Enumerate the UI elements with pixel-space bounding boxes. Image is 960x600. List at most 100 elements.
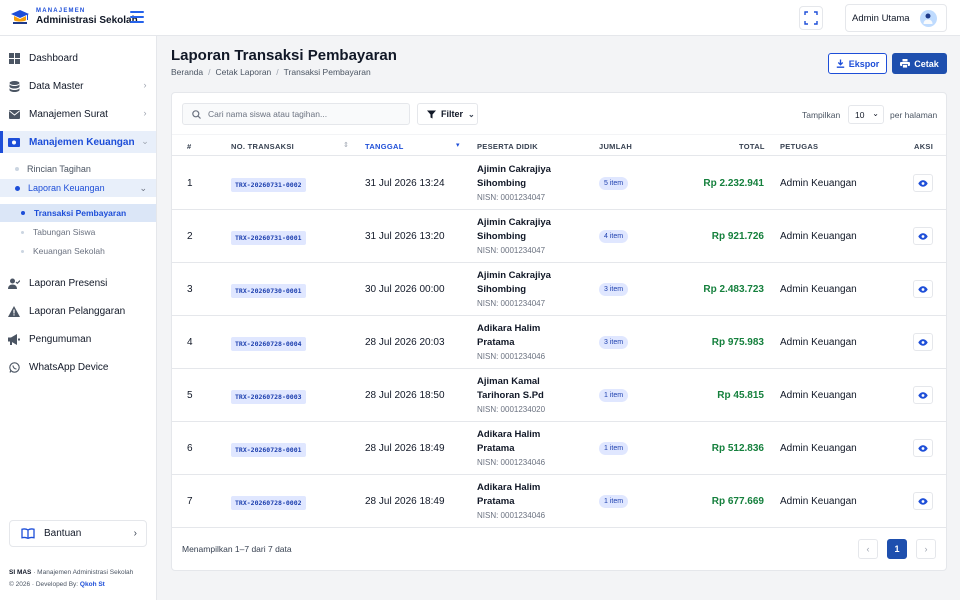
- chevron-right-icon: ›: [143, 80, 147, 90]
- sidebar-subitem-label: Tabungan Siswa: [33, 227, 96, 237]
- header-transaction-no[interactable]: NO. TRANSAKSI: [231, 142, 294, 151]
- breadcrumb-separator: /: [208, 67, 211, 77]
- sort-desc-icon[interactable]: ▾: [456, 141, 460, 149]
- eye-icon: [918, 285, 928, 293]
- student-cell: Adikara Halim Pratama NISN: 0001234046: [477, 475, 545, 528]
- eye-icon: [918, 338, 928, 346]
- row-number: 7: [187, 496, 193, 507]
- user-check-icon: [8, 277, 20, 289]
- sidebar-item-pengumuman[interactable]: Pengumuman: [0, 328, 156, 350]
- eye-icon: [918, 391, 928, 399]
- export-button[interactable]: Ekspor: [828, 53, 887, 74]
- footer-developer-link[interactable]: Qkoh St: [80, 581, 105, 588]
- header-date[interactable]: TANGGAL: [365, 142, 404, 151]
- page-title: Laporan Transaksi Pembayaran: [171, 47, 397, 64]
- table-row: 2 TRX-20260731-0001 31 Jul 2026 13:20 Ajimi…: [172, 210, 946, 263]
- user-menu[interactable]: Admin Utama: [845, 4, 947, 32]
- student-name-line2: Tarihoran S.Pd: [477, 390, 544, 401]
- sidebar-item-laporan-pelanggaran[interactable]: Laporan Pelanggaran: [0, 300, 156, 322]
- sidebar-item-manajemen-surat[interactable]: Manajemen Surat ›: [0, 103, 156, 125]
- header-total: TOTAL: [739, 142, 765, 151]
- row-number: 6: [187, 443, 193, 454]
- sidebar-item-laporan-presensi[interactable]: Laporan Presensi: [0, 272, 156, 294]
- sidebar-item-label: Manajemen Keuangan: [29, 136, 135, 148]
- page-button-current[interactable]: 1: [887, 539, 907, 559]
- avatar: [919, 9, 937, 27]
- brand[interactable]: MANAJEMEN Administrasi Sekolah: [10, 7, 138, 27]
- view-detail-button[interactable]: [913, 386, 933, 404]
- help-button[interactable]: Bantuan ›: [9, 520, 147, 547]
- transaction-no-badge: TRX-20260728-0004: [231, 336, 306, 351]
- sidebar-item-label: Manajemen Surat: [29, 108, 108, 120]
- student-name-line1: Ajimin Cakrajiya: [477, 217, 551, 228]
- sidebar-subitem-keuangan-sekolah[interactable]: Keuangan Sekolah: [0, 242, 156, 260]
- sidebar-subitem-tabungan-siswa[interactable]: Tabungan Siswa: [0, 223, 156, 241]
- menu-toggle-icon[interactable]: [130, 10, 144, 24]
- footer-copyright: © 2026 · Developed By:: [9, 580, 80, 588]
- brand-name: Administrasi Sekolah: [36, 15, 138, 26]
- view-detail-button[interactable]: [913, 492, 933, 510]
- item-count-badge: 5 item: [599, 177, 629, 190]
- eye-icon: [918, 232, 928, 240]
- transaction-no-cell: TRX-20260730-0001: [231, 263, 306, 316]
- next-page-button[interactable]: ›: [916, 539, 936, 559]
- filter-button[interactable]: Filter ⌄: [417, 103, 478, 125]
- sidebar-item-manajemen-keuangan[interactable]: Manajemen Keuangan ⌄: [0, 131, 156, 153]
- date-cell: 28 Jul 2026 18:50: [365, 390, 445, 401]
- sidebar-item-label: Pengumuman: [29, 333, 92, 345]
- search-input[interactable]: [208, 109, 398, 119]
- view-detail-button[interactable]: [913, 174, 933, 192]
- quantity-cell: 3 item: [599, 263, 629, 316]
- expand-icon: [804, 11, 818, 25]
- quantity-cell: 1 item: [599, 422, 629, 475]
- grid-icon: [8, 52, 20, 64]
- quantity-cell: 5 item: [599, 157, 629, 210]
- item-count-badge: 1 item: [599, 442, 629, 455]
- row-number: 2: [187, 231, 193, 242]
- fullscreen-button[interactable]: [799, 6, 823, 30]
- student-name-line1: Ajimin Cakrajiya: [477, 164, 551, 175]
- breadcrumb-item-cetak-laporan[interactable]: Cetak Laporan: [216, 67, 272, 77]
- sidebar-subitem-laporan-keuangan[interactable]: Laporan Keuangan ⌄: [0, 179, 156, 197]
- view-detail-button[interactable]: [913, 280, 933, 298]
- breadcrumb: Beranda / Cetak Laporan / Transaksi Pemb…: [171, 67, 371, 77]
- breadcrumb-item-beranda[interactable]: Beranda: [171, 67, 203, 77]
- quantity-cell: 4 item: [599, 210, 629, 263]
- print-button[interactable]: Cetak: [892, 53, 947, 74]
- eye-icon: [918, 179, 928, 187]
- table-header: # NO. TRANSAKSI ⇕ TANGGAL ▾ PESERTA DIDI…: [172, 134, 946, 156]
- sidebar-item-whatsapp-device[interactable]: WhatsApp Device: [0, 356, 156, 378]
- sidebar-subitem-rincian-tagihan[interactable]: Rincian Tagihan: [0, 160, 156, 178]
- bullet-icon: [21, 249, 24, 253]
- header-student: PESERTA DIDIK: [477, 142, 538, 151]
- filter-icon: [427, 110, 436, 118]
- page-size-select[interactable]: 10 ⌄: [848, 105, 884, 124]
- user-name: Admin Utama: [852, 12, 910, 24]
- sidebar-item-dashboard[interactable]: Dashboard: [0, 47, 156, 69]
- money-icon: [8, 136, 20, 148]
- sort-icon[interactable]: ⇕: [343, 141, 349, 149]
- transaction-no-badge: TRX-20260728-0003: [231, 389, 306, 404]
- view-detail-button[interactable]: [913, 227, 933, 245]
- prev-page-button[interactable]: ‹: [858, 539, 878, 559]
- bullet-icon: [21, 211, 25, 215]
- row-number: 4: [187, 337, 193, 348]
- eye-icon: [918, 497, 928, 505]
- student-name-line2: Sihombing: [477, 284, 527, 295]
- search-box[interactable]: [182, 103, 410, 125]
- date-cell: 28 Jul 2026 18:49: [365, 496, 445, 507]
- mail-icon: [8, 108, 20, 120]
- view-detail-button[interactable]: [913, 439, 933, 457]
- row-number: 5: [187, 390, 193, 401]
- view-detail-button[interactable]: [913, 333, 933, 351]
- total-amount: Rp 45.815: [717, 390, 764, 401]
- database-icon: [8, 80, 20, 92]
- student-cell: Ajimin Cakrajiya Sihombing NISN: 000123404…: [477, 263, 551, 316]
- sidebar-item-data-master[interactable]: Data Master ›: [0, 75, 156, 97]
- page-size-value: 10: [855, 109, 865, 120]
- sidebar-subitem-transaksi-pembayaran[interactable]: Transaksi Pembayaran: [0, 204, 156, 222]
- header-officer: PETUGAS: [780, 142, 819, 151]
- table-row: 4 TRX-20260728-0004 28 Jul 2026 20:03 Adika…: [172, 316, 946, 369]
- transaction-no-badge: TRX-20260731-0001: [231, 230, 306, 245]
- transaction-no-cell: TRX-20260731-0002: [231, 157, 306, 210]
